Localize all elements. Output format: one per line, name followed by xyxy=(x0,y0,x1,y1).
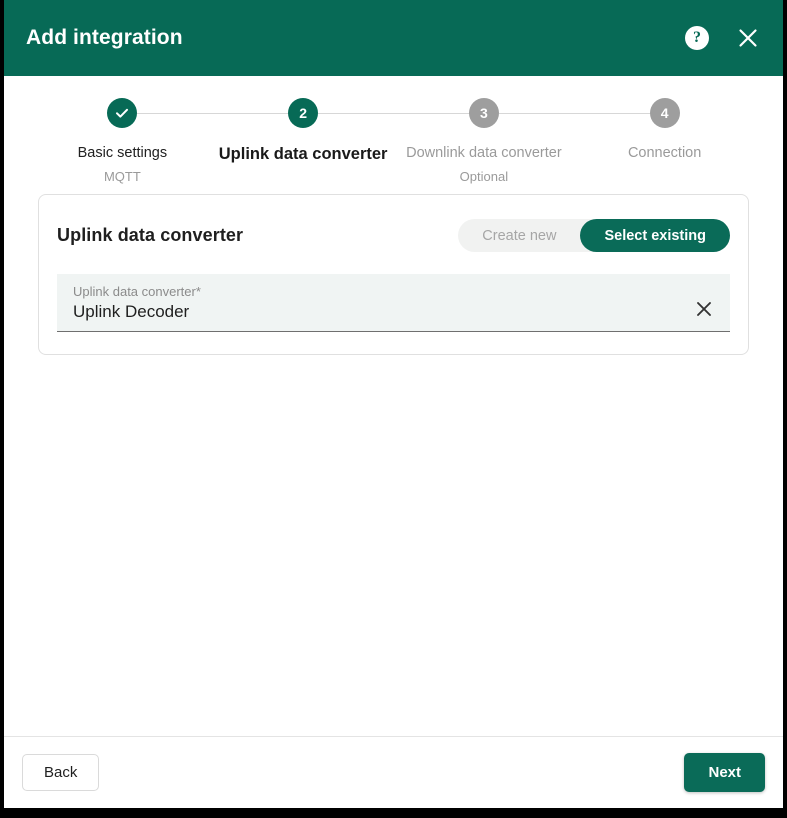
step-circle-1[interactable] xyxy=(107,98,138,128)
step-label-4: Connection xyxy=(627,145,702,161)
toggle-select-existing[interactable]: Select existing xyxy=(580,219,730,252)
step-label-1: Basic settings xyxy=(77,145,168,161)
uplink-converter-card: Uplink data converter Create new Select … xyxy=(38,194,749,356)
step-circle-4[interactable]: 4 xyxy=(649,98,680,128)
field-label: Uplink data converter* xyxy=(73,284,201,299)
dialog-header: Add integration ? xyxy=(4,0,783,76)
clear-field-close-icon[interactable] xyxy=(692,297,716,321)
stepper-connector xyxy=(318,113,484,114)
dialog-content: Uplink data converter Create new Select … xyxy=(4,194,783,736)
step-sublabel-1: MQTT xyxy=(103,169,141,184)
stepper-step-basic-settings[interactable]: Basic settings MQTT xyxy=(32,98,304,184)
step-label-2: Uplink data converter xyxy=(218,145,388,163)
stepper-step-downlink-data-converter[interactable]: 3 Downlink data converter Optional xyxy=(394,98,665,184)
toggle-create-new[interactable]: Create new xyxy=(458,219,580,252)
stepper-connector xyxy=(137,113,304,114)
header-actions: ? xyxy=(685,25,761,51)
next-button[interactable]: Next xyxy=(684,753,765,792)
field-texts: Uplink data converter* Uplink Decoder xyxy=(73,284,201,323)
field-value: Uplink Decoder xyxy=(73,302,190,321)
converter-mode-toggle-group: Create new Select existing xyxy=(458,219,730,252)
step-label-3: Downlink data converter xyxy=(406,145,562,161)
stepper-step-connection[interactable]: 4 Connection xyxy=(574,98,755,169)
card-header-row: Uplink data converter Create new Select … xyxy=(57,213,730,256)
step-sublabel-3: Optional xyxy=(459,169,509,184)
wizard-stepper: Basic settings MQTT 2 Uplink data conver… xyxy=(4,76,783,194)
dialog-footer: Back Next xyxy=(4,736,783,808)
stepper-step-uplink-data-converter[interactable]: 2 Uplink data converter xyxy=(213,98,484,172)
stepper-steps: Basic settings MQTT 2 Uplink data conver… xyxy=(4,98,783,184)
stepper-connector xyxy=(498,113,665,114)
step-circle-3[interactable]: 3 xyxy=(468,98,499,128)
back-button[interactable]: Back xyxy=(22,754,100,791)
card-title: Uplink data converter xyxy=(57,225,244,245)
add-integration-dialog: Add integration ? Basic settings MQTT 2 … xyxy=(0,0,787,818)
uplink-data-converter-field[interactable]: Uplink data converter* Uplink Decoder xyxy=(57,274,730,333)
close-icon[interactable] xyxy=(735,25,761,51)
help-circle-icon[interactable]: ? xyxy=(685,26,709,50)
step-circle-2[interactable]: 2 xyxy=(288,98,319,128)
dialog-title: Add integration xyxy=(26,26,183,49)
